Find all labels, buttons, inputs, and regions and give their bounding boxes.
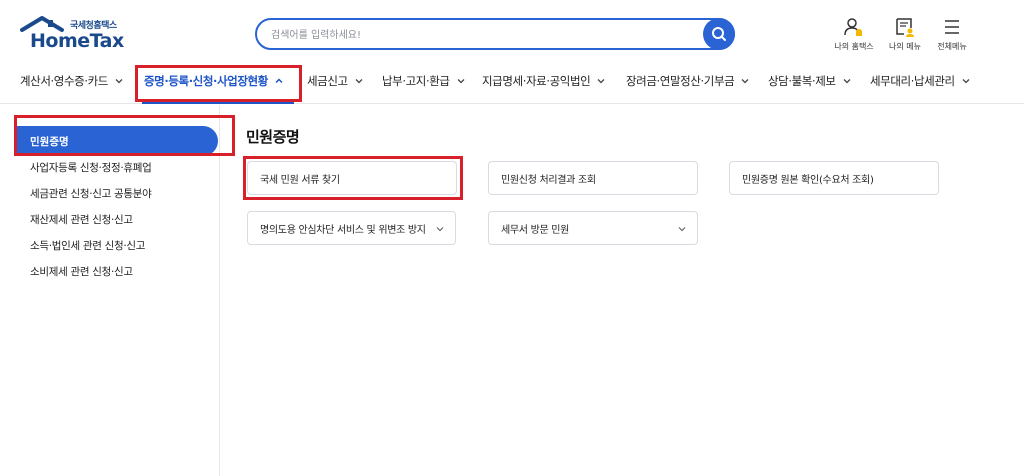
sidebar-item-business-registration[interactable]: 사업자등록 신청·정정·휴폐업 (30, 160, 152, 175)
nav-item-tax-filing[interactable]: 세금신고 (307, 64, 364, 98)
sidebar-item-common[interactable]: 세금관련 신청·신고 공통분야 (30, 186, 152, 201)
nav-item-label: 세무대리·납세관리 (870, 74, 955, 88)
chevron-down-icon (678, 227, 686, 232)
nav-item-receipts[interactable]: 계산서·영수증·카드 (20, 64, 124, 98)
nav-item-consulting[interactable]: 상담·불복·제보 (768, 64, 852, 98)
all-menu-label: 전체메뉴 (937, 42, 967, 51)
nav-item-label: 세금신고 (307, 74, 348, 88)
sidebar-item-income-corporate[interactable]: 소득·법인세 관련 신청·신고 (30, 238, 145, 253)
highlight-box-card (243, 156, 463, 200)
logo-title: HomeTax (30, 30, 124, 52)
card-label: 민원증명 원본 확인(수요처 조회) (742, 174, 874, 186)
sidebar: 민원증명 사업자등록 신청·정정·휴폐업 세금관련 신청·신고 공통분야 재산제… (0, 105, 220, 476)
nav-item-tax-agent[interactable]: 세무대리·납세관리 (870, 64, 971, 98)
header: 국세청홈택스 HomeTax 나의 홈택스 나의 메뉴 (0, 0, 1024, 64)
nav-item-statements[interactable]: 지급명세·자료·공익법인 (482, 64, 606, 98)
search-button[interactable] (703, 18, 735, 50)
hamburger-icon (945, 20, 959, 34)
highlight-box-nav (135, 65, 302, 102)
highlight-box-sidebar (14, 115, 235, 156)
my-hometax-label: 나의 홈택스 (834, 42, 874, 51)
card-label: 명의도용 안심차단 서비스 및 위변조 방지 (260, 224, 426, 236)
my-menu-label: 나의 메뉴 (889, 42, 921, 51)
sidebar-item-property-tax[interactable]: 재산제세 관련 신청·신고 (30, 212, 133, 227)
nav-item-payment[interactable]: 납부·고지·환급 (382, 64, 466, 98)
card-label: 민원신청 처리결과 조회 (501, 174, 596, 186)
chevron-down-icon (962, 79, 970, 84)
sidebar-item-consumption-tax[interactable]: 소비제세 관련 신청·신고 (30, 264, 133, 279)
person-bell-icon (844, 18, 862, 36)
search-bar (255, 18, 735, 50)
my-hometax-button[interactable]: 나의 홈택스 (829, 16, 879, 56)
search-input[interactable] (271, 26, 691, 44)
hometax-logo[interactable]: 국세청홈택스 HomeTax (20, 16, 130, 56)
chevron-down-icon (843, 79, 851, 84)
chevron-down-icon (355, 79, 363, 84)
chevron-down-icon (597, 79, 605, 84)
search-icon (712, 27, 726, 41)
card-label: 세무서 방문 민원 (501, 224, 570, 236)
nav-item-label: 상담·불복·제보 (768, 74, 836, 88)
all-menu-button[interactable]: 전체메뉴 (927, 16, 977, 56)
chevron-down-icon (436, 227, 444, 232)
page-title: 민원증명 (246, 128, 300, 146)
nav-item-incentives[interactable]: 장려금·연말정산·기부금 (626, 64, 750, 98)
card-application-result[interactable]: 민원신청 처리결과 조회 (488, 161, 698, 195)
card-tax-office-visit[interactable]: 세무서 방문 민원 (488, 211, 698, 245)
nav-item-label: 계산서·영수증·카드 (20, 74, 108, 88)
menu-document-icon (896, 18, 914, 37)
chevron-down-icon (457, 79, 465, 84)
chevron-down-icon (741, 79, 749, 84)
chevron-down-icon (115, 79, 123, 84)
card-original-verification[interactable]: 민원증명 원본 확인(수요처 조회) (729, 161, 939, 195)
my-menu-button[interactable]: 나의 메뉴 (880, 16, 930, 56)
nav-item-label: 장려금·연말정산·기부금 (626, 74, 735, 88)
nav-item-label: 납부·고지·환급 (382, 74, 450, 88)
card-identity-theft-protection[interactable]: 명의도용 안심차단 서비스 및 위변조 방지 (247, 211, 456, 245)
nav-item-label: 지급명세·자료·공익법인 (482, 74, 591, 88)
